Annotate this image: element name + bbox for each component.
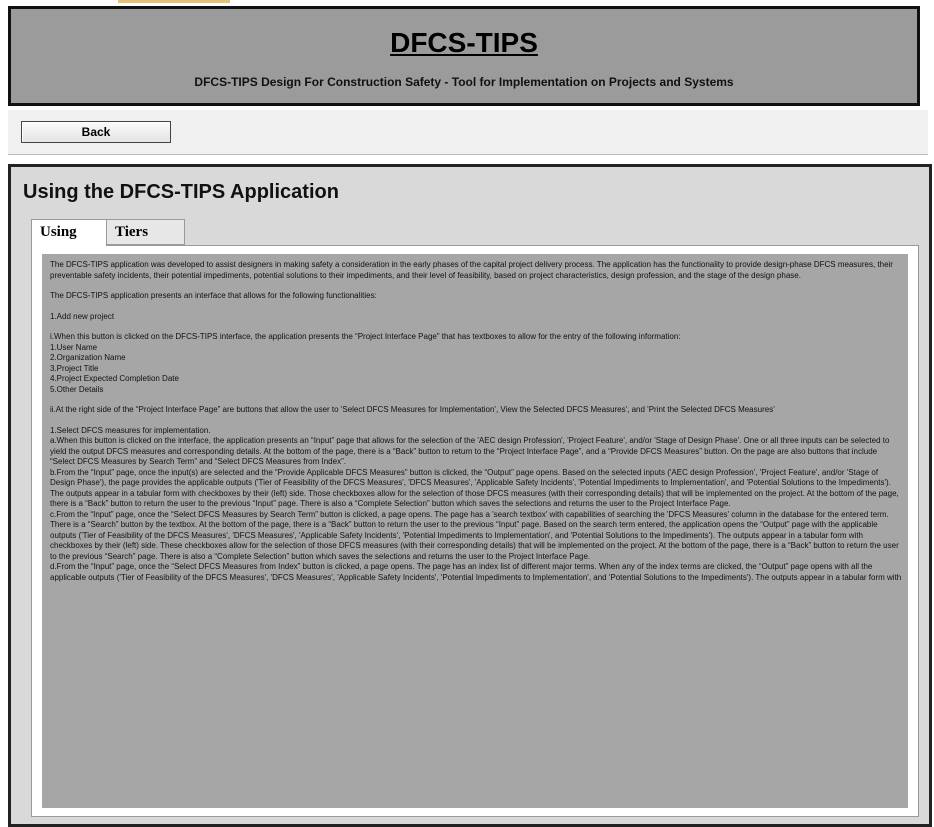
help-paragraph-interface-buttons: ii.At the right side of the “Project Int… (50, 405, 775, 414)
help-text-area[interactable]: The DFCS-TIPS application was developed … (42, 254, 908, 808)
section-title: Using the DFCS-TIPS Application (23, 181, 339, 203)
help-paragraph-intro: The DFCS-TIPS application was developed … (50, 260, 893, 280)
tab-tiers[interactable]: Tiers (107, 219, 185, 245)
app-title: DFCS-TIPS (390, 27, 538, 58)
main-panel: Using the DFCS-TIPS Application Using Ti… (8, 164, 932, 827)
app-header: DFCS-TIPS DFCS-TIPS Design For Construct… (8, 6, 920, 106)
help-paragraph-functionalities: The DFCS-TIPS application presents an in… (50, 291, 377, 300)
help-paragraph-add-project: 1.Add new project (50, 311, 115, 321)
tab-content-frame: The DFCS-TIPS application was developed … (31, 245, 919, 817)
help-paragraph-select-measures: 1.Select DFCS measures for implementatio… (50, 425, 902, 582)
app-subtitle: DFCS-TIPS Design For Construction Safety… (194, 75, 734, 89)
back-button[interactable]: Back (21, 121, 171, 143)
toolbar: Back (8, 110, 928, 155)
tab-using[interactable]: Using (31, 219, 107, 246)
top-accent-bar (118, 0, 230, 3)
help-paragraph-project-interface: i.When this button is clicked on the DFC… (50, 332, 681, 394)
